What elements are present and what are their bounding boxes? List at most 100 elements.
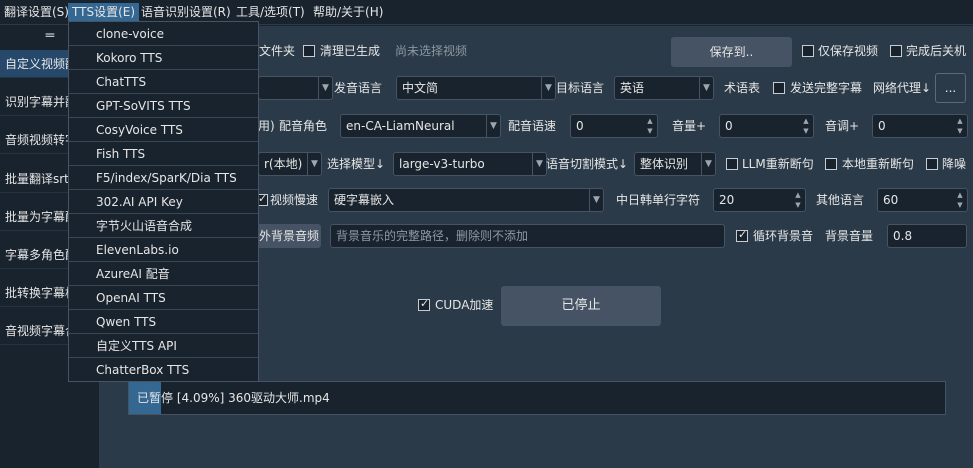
other-lang-chars-spinbox[interactable]: 60 ▲ ▼ — [877, 188, 968, 212]
volume-value: 0 — [725, 119, 733, 133]
bgm-path-placeholder: 背景音乐的完整路径，删除则不添加 — [336, 229, 529, 243]
speed-spinbox[interactable]: 0 ▲ ▼ — [570, 114, 658, 138]
pitch-spinbox[interactable]: 0 ▲ ▼ — [872, 114, 968, 138]
split-mode-select[interactable]: 整体识别 ▼ — [634, 152, 716, 176]
spin-arrows-icon[interactable]: ▲ ▼ — [643, 115, 657, 137]
tts-menu-item-302ai[interactable]: 302.AI API Key — [69, 190, 258, 214]
translate-channel-select[interactable]: ▼ — [258, 76, 333, 100]
bgm-volume-label: 背景音量 — [825, 229, 874, 243]
spin-arrows-icon[interactable]: ▲ ▼ — [799, 115, 813, 137]
menu-asr-settings[interactable]: 语音识别设置(R) — [137, 3, 235, 22]
speed-value: 0 — [576, 119, 584, 133]
source-lang-value: 中文简 — [402, 81, 439, 95]
model-label[interactable]: 选择模型↓ — [327, 153, 385, 175]
cjk-chars-value: 20 — [719, 193, 735, 207]
slow-video-label: 视频慢速 — [270, 193, 319, 207]
tts-menu-item-azure[interactable]: AzureAI 配音 — [69, 262, 258, 286]
local-resplit-checkbox[interactable] — [825, 158, 837, 170]
only-video-checkbox[interactable] — [802, 45, 814, 57]
bgm-path-input[interactable]: 背景音乐的完整路径，删除则不添加 — [330, 224, 725, 248]
tts-menu-item-openai[interactable]: OpenAI TTS — [69, 286, 258, 310]
chevron-down-icon: ▼ — [307, 153, 321, 175]
target-lang-label: 目标语言 — [556, 81, 605, 95]
stop-button[interactable]: 已停止 — [501, 286, 661, 326]
tts-menu-item-kokoro[interactable]: Kokoro TTS — [69, 46, 258, 70]
target-lang-value: 英语 — [620, 81, 645, 95]
menu-translate-settings[interactable]: 翻译设置(S) — [0, 3, 73, 22]
cjk-chars-label: 中日韩单行字符 — [616, 193, 701, 207]
more-button[interactable]: ... — [935, 73, 966, 103]
denoise-checkbox[interactable] — [926, 158, 938, 170]
other-lang-chars-value: 60 — [883, 193, 899, 207]
split-mode-value: 整体识别 — [640, 157, 689, 171]
tts-menu-item-volcengine[interactable]: 字节火山语音合成 — [69, 214, 258, 238]
progress-bar[interactable]: 已暂停 [4.09%] 360驱动大师.mp4 — [128, 381, 946, 415]
asr-mode-select[interactable]: r(本地) ▼ — [258, 152, 322, 176]
other-lang-chars-label: 其他语言 — [816, 193, 865, 207]
voice-role-value: en-CA-LiamNeural — [346, 119, 455, 133]
chevron-down-icon: ▼ — [699, 77, 713, 99]
cuda-checkbox[interactable] — [418, 297, 430, 311]
tts-menu-item-chatterbox[interactable]: ChatterBox TTS — [69, 358, 258, 382]
chevron-down-icon: ▼ — [532, 153, 546, 175]
bgm-volume-value: 0.8 — [893, 229, 913, 243]
tts-menu-item-clone-voice[interactable]: clone-voice — [69, 22, 258, 46]
llm-resplit-checkbox[interactable] — [726, 158, 738, 170]
pitch-value: 0 — [878, 119, 886, 133]
pitch-label: 音调+ — [825, 119, 860, 133]
volume-spinbox[interactable]: 0 ▲ ▼ — [719, 114, 814, 138]
only-video-label: 仅保存视频 — [818, 44, 879, 58]
denoise-label: 降噪 — [942, 157, 967, 171]
model-value: large-v3-turbo — [399, 157, 485, 171]
menu-tools-options[interactable]: 工具/选项(T) — [232, 3, 309, 22]
target-lang-select[interactable]: 英语 ▼ — [614, 76, 714, 100]
voice-role-select[interactable]: en-CA-LiamNeural ▼ — [340, 114, 501, 138]
source-lang-select[interactable]: 中文简 ▼ — [396, 76, 556, 100]
chevron-down-icon: ▼ — [541, 77, 555, 99]
add-bgm-button[interactable]: 外背景音频 — [257, 224, 321, 248]
clear-generated-checkbox[interactable] — [303, 45, 315, 57]
source-lang-label: 发音语言 — [334, 81, 383, 95]
llm-resplit-label: LLM重新断句 — [742, 157, 814, 171]
spin-arrows-icon[interactable]: ▲ ▼ — [953, 189, 967, 211]
subtitle-mode-value: 硬字幕嵌入 — [334, 193, 395, 207]
chevron-down-icon: ▼ — [589, 189, 603, 211]
shutdown-label: 完成后关机 — [906, 44, 967, 58]
send-full-subtitle-checkbox[interactable] — [773, 82, 785, 94]
folder-label: 文件夹 — [259, 44, 296, 58]
menu-tts-settings[interactable]: TTS设置(E) — [68, 3, 140, 22]
tts-menu-item-chattts[interactable]: ChatTTS — [69, 70, 258, 94]
role-label: 配音角色 — [279, 119, 328, 133]
spin-arrows-icon[interactable]: ▲ ▼ — [791, 189, 805, 211]
save-to-button[interactable]: 保存到.. — [671, 37, 792, 67]
tts-menu-item-gpt-sovits[interactable]: GPT-SoVITS TTS — [69, 94, 258, 118]
chevron-down-icon: ▼ — [486, 115, 500, 137]
model-select[interactable]: large-v3-turbo ▼ — [393, 152, 547, 176]
tts-menu-item-elevenlabs[interactable]: ElevenLabs.io — [69, 238, 258, 262]
menu-help-about[interactable]: 帮助/关于(H) — [309, 3, 387, 22]
glossary-link[interactable]: 术语表 — [724, 77, 760, 99]
send-full-subtitle-label: 发送完整字幕 — [790, 81, 863, 95]
tts-menu-item-custom-api[interactable]: 自定义TTS API — [69, 334, 258, 358]
tts-type-fragment[interactable]: 用) — [258, 115, 275, 137]
tts-menu-item-f5-index-spark-dia[interactable]: F5/index/SparK/Dia TTS — [69, 166, 258, 190]
split-mode-label[interactable]: 语音切割模式↓ — [546, 153, 628, 175]
tts-menu-item-cosyvoice[interactable]: CosyVoice TTS — [69, 118, 258, 142]
loop-bgm-label: 循环背景音 — [753, 229, 814, 243]
speed-label: 配音语速 — [508, 119, 557, 133]
spin-arrows-icon[interactable]: ▲ ▼ — [953, 115, 967, 137]
tts-menu-item-fish[interactable]: Fish TTS — [69, 142, 258, 166]
subtitle-mode-select[interactable]: 硬字幕嵌入 ▼ — [328, 188, 604, 212]
chevron-down-icon: ▼ — [318, 77, 332, 99]
loop-bgm-checkbox[interactable] — [736, 228, 748, 242]
no-video-text: 尚未选择视频 — [395, 44, 468, 58]
volume-label: 音量+ — [672, 119, 707, 133]
proxy-label[interactable]: 网络代理↓ — [873, 77, 931, 99]
bgm-volume-input[interactable]: 0.8 — [887, 224, 967, 248]
shutdown-checkbox[interactable] — [890, 45, 902, 57]
tts-menu-item-qwen[interactable]: Qwen TTS — [69, 310, 258, 334]
local-resplit-label: 本地重新断句 — [842, 157, 915, 171]
cuda-label: CUDA加速 — [435, 298, 494, 312]
cjk-chars-spinbox[interactable]: 20 ▲ ▼ — [713, 188, 806, 212]
chevron-down-icon: ▼ — [701, 153, 715, 175]
